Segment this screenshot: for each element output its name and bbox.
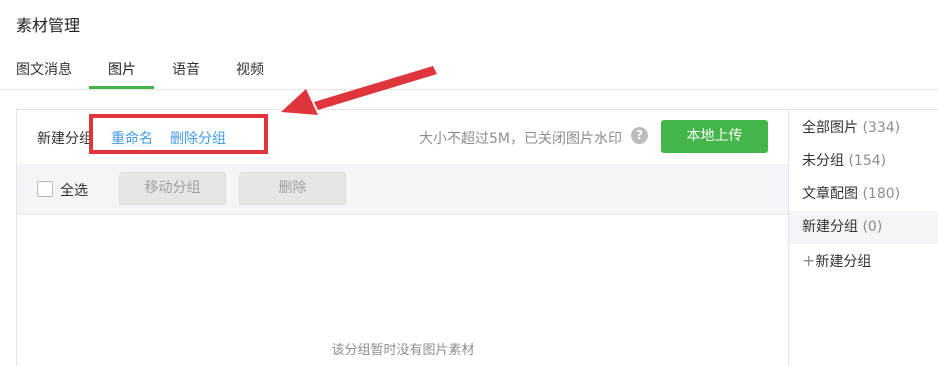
arrow-shaft — [314, 66, 437, 110]
annotation-arrow-icon — [281, 66, 437, 115]
arrow-head — [281, 89, 318, 115]
